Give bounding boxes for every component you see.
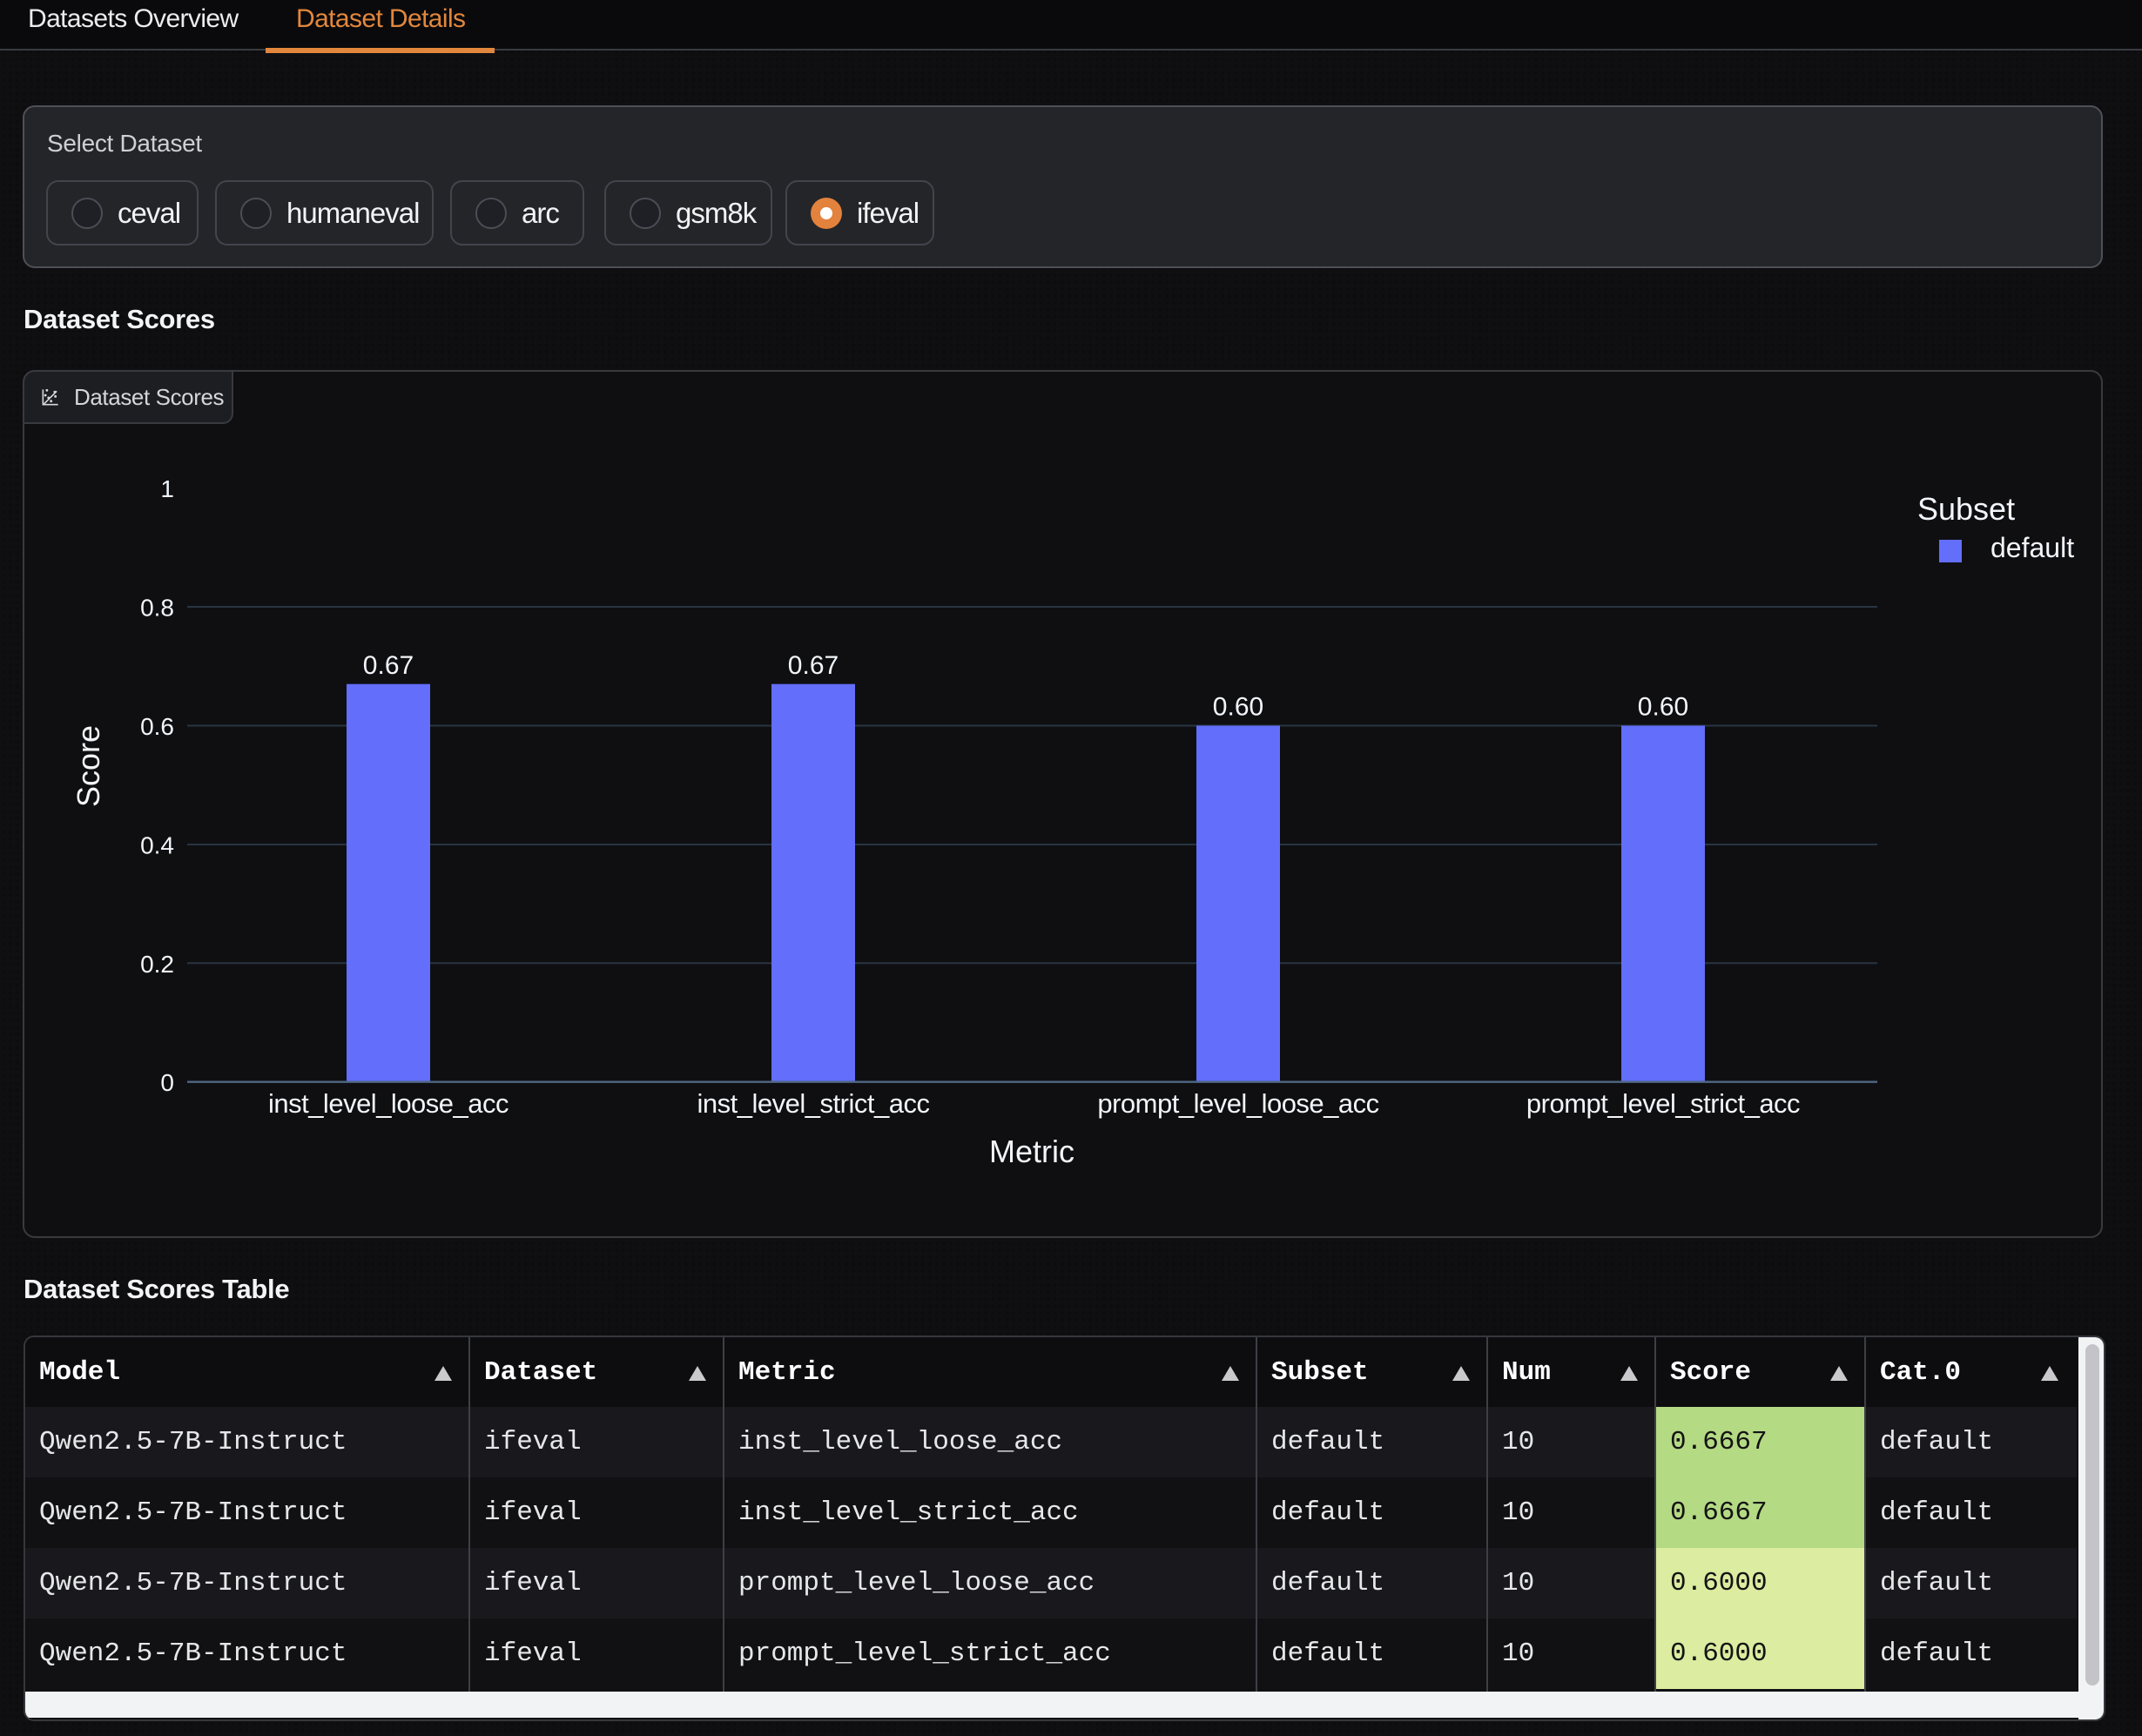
svg-text:Subset: Subset	[1917, 491, 2015, 527]
svg-text:0.2: 0.2	[140, 951, 174, 978]
svg-text:default: default	[1990, 532, 2074, 563]
svg-text:Metric: Metric	[989, 1134, 1074, 1169]
svg-text:prompt_level_loose_acc: prompt_level_loose_acc	[1097, 1088, 1378, 1119]
svg-text:0.8: 0.8	[140, 595, 174, 622]
svg-text:0.60: 0.60	[1213, 693, 1263, 722]
svg-text:0: 0	[160, 1069, 174, 1096]
svg-text:inst_level_strict_acc: inst_level_strict_acc	[697, 1088, 930, 1119]
svg-text:0.4: 0.4	[140, 831, 174, 858]
svg-text:inst_level_loose_acc: inst_level_loose_acc	[268, 1088, 509, 1119]
svg-text:prompt_level_strict_acc: prompt_level_strict_acc	[1526, 1088, 1800, 1119]
svg-text:Score: Score	[71, 725, 106, 807]
svg-text:0.6: 0.6	[140, 713, 174, 740]
svg-text:1: 1	[160, 475, 174, 502]
svg-text:0.67: 0.67	[363, 651, 414, 680]
svg-text:0.60: 0.60	[1638, 693, 1688, 722]
svg-text:0.67: 0.67	[788, 651, 839, 680]
